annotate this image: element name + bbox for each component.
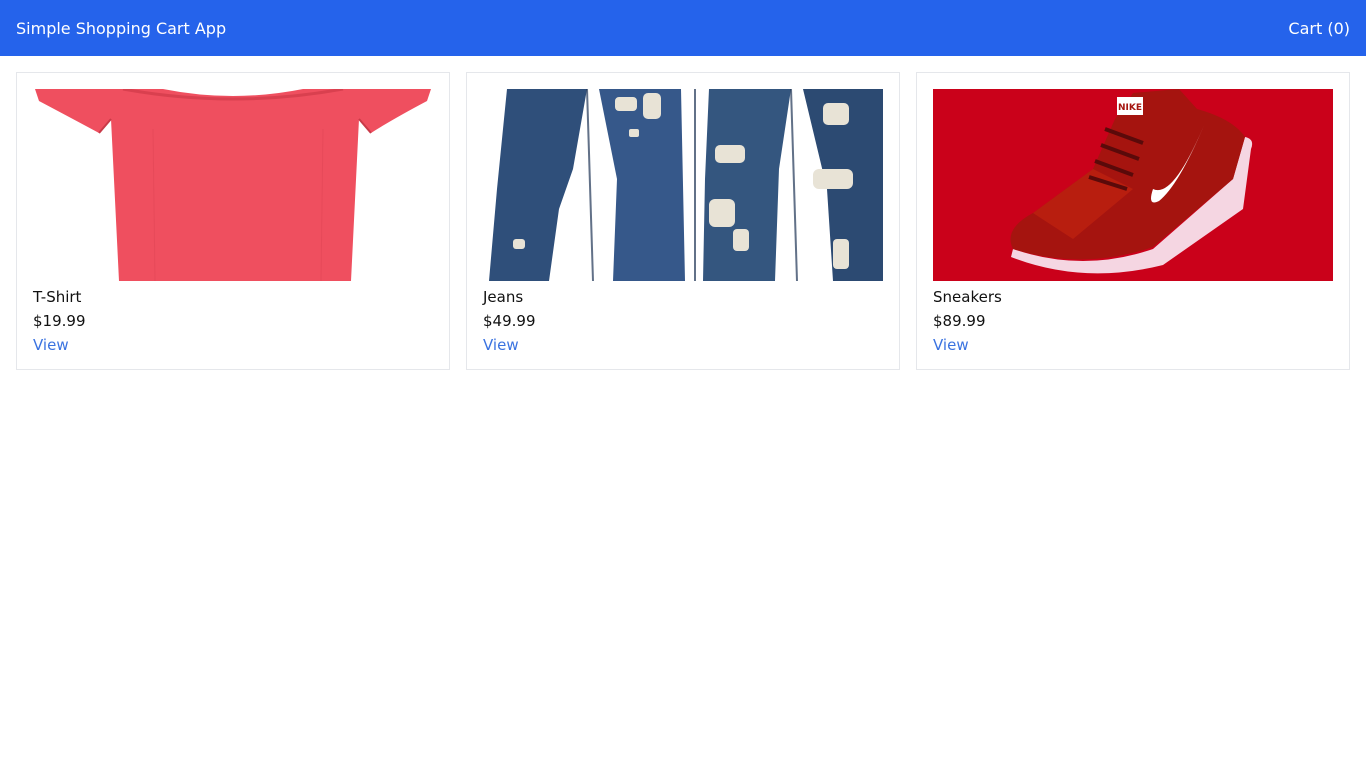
sneaker-icon: NIKE bbox=[933, 89, 1333, 281]
product-price: $49.99 bbox=[483, 312, 536, 330]
product-price: $19.99 bbox=[33, 312, 86, 330]
product-card-tshirt: T-Shirt $19.99 View bbox=[16, 72, 450, 370]
app-title: Simple Shopping Cart App bbox=[16, 18, 227, 38]
jeans-icon bbox=[483, 89, 883, 281]
product-grid: T-Shirt $19.99 View Jeans $49.99 View NI… bbox=[16, 72, 1350, 370]
product-card-sneakers: NIKE Sneakers $89.99 View bbox=[916, 72, 1350, 370]
product-name: Jeans bbox=[483, 288, 524, 306]
product-name: Sneakers bbox=[933, 288, 1002, 306]
view-link-sneakers[interactable]: View bbox=[933, 333, 969, 357]
product-card-jeans: Jeans $49.99 View bbox=[466, 72, 900, 370]
sneaker-image: NIKE bbox=[933, 89, 1333, 281]
tshirt-icon bbox=[33, 89, 433, 281]
brand-logo: NIKE bbox=[1117, 97, 1143, 115]
jeans-image bbox=[483, 89, 883, 281]
product-name: T-Shirt bbox=[33, 288, 82, 306]
top-navbar: Simple Shopping Cart App Cart (0) bbox=[0, 0, 1366, 56]
cart-link[interactable]: Cart (0) bbox=[1288, 19, 1350, 38]
view-link-jeans[interactable]: View bbox=[483, 333, 519, 357]
view-link-tshirt[interactable]: View bbox=[33, 333, 69, 357]
product-price: $89.99 bbox=[933, 312, 986, 330]
tshirt-image bbox=[33, 89, 433, 281]
logo-text: NIKE bbox=[1118, 103, 1142, 113]
